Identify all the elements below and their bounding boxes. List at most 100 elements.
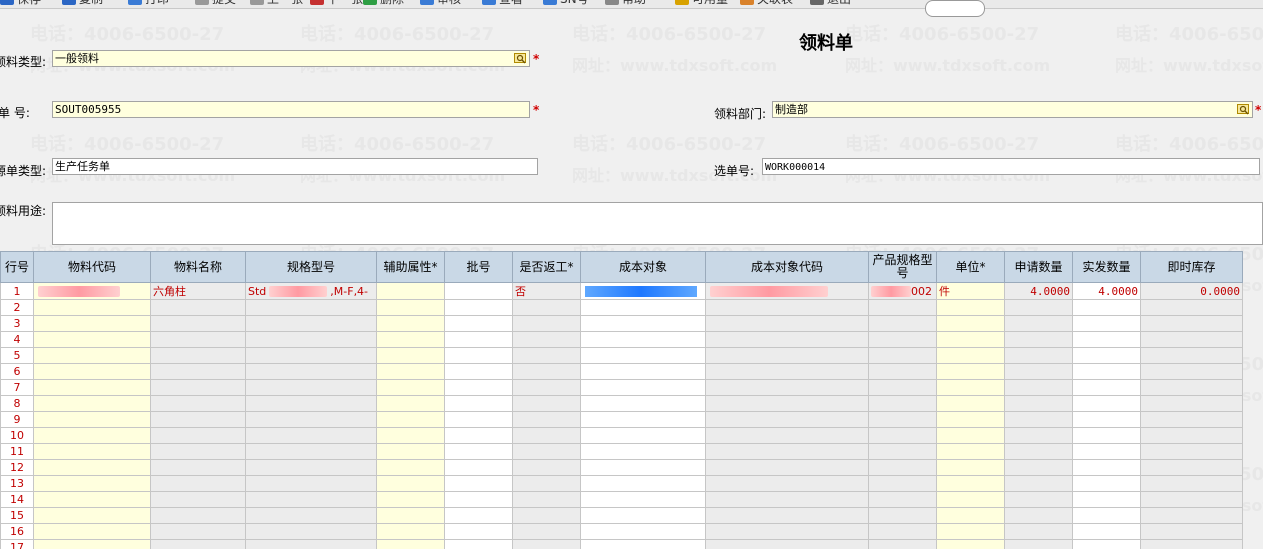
spec-cell[interactable]: Std ,M-F,4- — [245, 282, 377, 300]
grid-cell[interactable] — [580, 427, 706, 444]
grid-cell[interactable] — [705, 443, 869, 460]
grid-cell[interactable] — [705, 315, 869, 332]
grid-cell[interactable] — [1072, 443, 1141, 460]
grid-cell[interactable] — [580, 315, 706, 332]
aux-attr-cell[interactable] — [376, 282, 445, 300]
grid-cell[interactable] — [868, 363, 937, 380]
grid-cell[interactable] — [512, 459, 581, 476]
grid-cell[interactable] — [376, 299, 445, 316]
grid-cell[interactable] — [512, 443, 581, 460]
grid-cell[interactable] — [1140, 507, 1243, 524]
grid-cell[interactable] — [705, 459, 869, 476]
grid-cell[interactable] — [1004, 491, 1073, 508]
grid-cell[interactable] — [33, 347, 151, 364]
grid-cell[interactable] — [705, 379, 869, 396]
column-header[interactable]: 申请数量 — [1004, 251, 1073, 283]
table-row[interactable]: 13 — [0, 475, 1243, 492]
grid-cell[interactable] — [1140, 411, 1243, 428]
grid-cell[interactable] — [580, 379, 706, 396]
grid-cell[interactable] — [444, 411, 513, 428]
toolbar-button-6[interactable]: 删除 — [363, 0, 404, 8]
grid-cell[interactable] — [936, 315, 1005, 332]
grid-cell[interactable] — [580, 523, 706, 540]
toolbar-button-13[interactable]: 退出 — [810, 0, 851, 8]
grid-cell[interactable] — [868, 443, 937, 460]
table-row[interactable]: 6 — [0, 363, 1243, 380]
cost-object-cell[interactable] — [580, 282, 706, 300]
grid-cell[interactable] — [444, 299, 513, 316]
grid-cell[interactable] — [1004, 539, 1073, 549]
batch-cell[interactable] — [444, 282, 513, 300]
grid-cell[interactable] — [580, 491, 706, 508]
grid-cell[interactable] — [1004, 411, 1073, 428]
grid-cell[interactable] — [868, 459, 937, 476]
grid-cell[interactable] — [936, 299, 1005, 316]
grid-cell[interactable] — [150, 443, 246, 460]
grid-cell[interactable] — [580, 299, 706, 316]
stock-cell[interactable]: 0.0000 — [1140, 282, 1243, 300]
purpose-textarea[interactable] — [52, 202, 1263, 245]
grid-cell[interactable] — [936, 475, 1005, 492]
grid-cell[interactable] — [245, 539, 377, 549]
type-field[interactable]: 一般领料 — [52, 50, 530, 67]
grid-cell[interactable] — [1140, 395, 1243, 412]
table-row[interactable]: 14 — [0, 491, 1243, 508]
grid-cell[interactable] — [580, 395, 706, 412]
grid-cell[interactable] — [705, 475, 869, 492]
grid-cell[interactable] — [1004, 299, 1073, 316]
grid-cell[interactable] — [1140, 459, 1243, 476]
column-header[interactable]: 产品规格型号 — [868, 251, 937, 283]
grid-cell[interactable] — [33, 411, 151, 428]
grid-cell[interactable] — [376, 459, 445, 476]
actual-qty-cell[interactable]: 4.0000 — [1072, 282, 1141, 300]
grid-cell[interactable] — [33, 539, 151, 549]
toolbar-button-9[interactable]: SN号 — [543, 0, 589, 8]
toolbar-button-7[interactable]: 审核 — [420, 0, 461, 8]
grid-cell[interactable] — [33, 507, 151, 524]
toolbar-button-10[interactable]: 帮助 — [605, 0, 646, 8]
grid-cell[interactable] — [245, 315, 377, 332]
grid-cell[interactable] — [936, 347, 1005, 364]
table-row[interactable]: 1 六角柱 Std ,M-F,4- 否 002 件 4.0000 4.0000 0… — [0, 282, 1243, 300]
grid-cell[interactable] — [150, 507, 246, 524]
lookup-icon[interactable] — [514, 52, 527, 64]
grid-cell[interactable] — [936, 331, 1005, 348]
grid-cell[interactable] — [512, 539, 581, 549]
grid-cell[interactable] — [245, 523, 377, 540]
toolbar-button-2[interactable]: 打印 — [128, 0, 169, 8]
grid-cell[interactable] — [512, 507, 581, 524]
grid-cell[interactable] — [936, 507, 1005, 524]
grid-cell[interactable] — [245, 459, 377, 476]
select-no-field[interactable]: WORK000014 — [762, 158, 1260, 175]
grid-cell[interactable] — [512, 347, 581, 364]
grid-cell[interactable] — [33, 331, 151, 348]
toolbar-button-5[interactable]: 下一张 — [310, 0, 363, 8]
grid-cell[interactable] — [444, 315, 513, 332]
column-header[interactable]: 成本对象代码 — [705, 251, 869, 283]
grid-cell[interactable] — [1004, 331, 1073, 348]
grid-cell[interactable] — [705, 411, 869, 428]
grid-cell[interactable] — [1072, 475, 1141, 492]
grid-cell[interactable] — [580, 475, 706, 492]
grid-cell[interactable] — [376, 507, 445, 524]
product-spec-cell[interactable]: 002 — [868, 282, 937, 300]
grid-cell[interactable] — [580, 347, 706, 364]
column-header[interactable]: 实发数量 — [1072, 251, 1141, 283]
grid-cell[interactable] — [512, 331, 581, 348]
grid-cell[interactable] — [1140, 427, 1243, 444]
grid-cell[interactable] — [705, 363, 869, 380]
grid-cell[interactable] — [150, 459, 246, 476]
dept-field[interactable]: 制造部 — [772, 101, 1253, 118]
grid-cell[interactable] — [936, 411, 1005, 428]
grid-cell[interactable] — [580, 331, 706, 348]
grid-cell[interactable] — [580, 443, 706, 460]
grid-cell[interactable] — [580, 507, 706, 524]
no-field[interactable]: SOUT005955 — [52, 101, 530, 118]
grid-cell[interactable] — [868, 347, 937, 364]
grid-cell[interactable] — [705, 507, 869, 524]
table-row[interactable]: 3 — [0, 315, 1243, 332]
grid-cell[interactable] — [936, 395, 1005, 412]
toolbar-button-11[interactable]: 可用量 — [675, 0, 728, 8]
grid-cell[interactable] — [150, 523, 246, 540]
toolbar-button-3[interactable]: 提交 — [195, 0, 236, 8]
